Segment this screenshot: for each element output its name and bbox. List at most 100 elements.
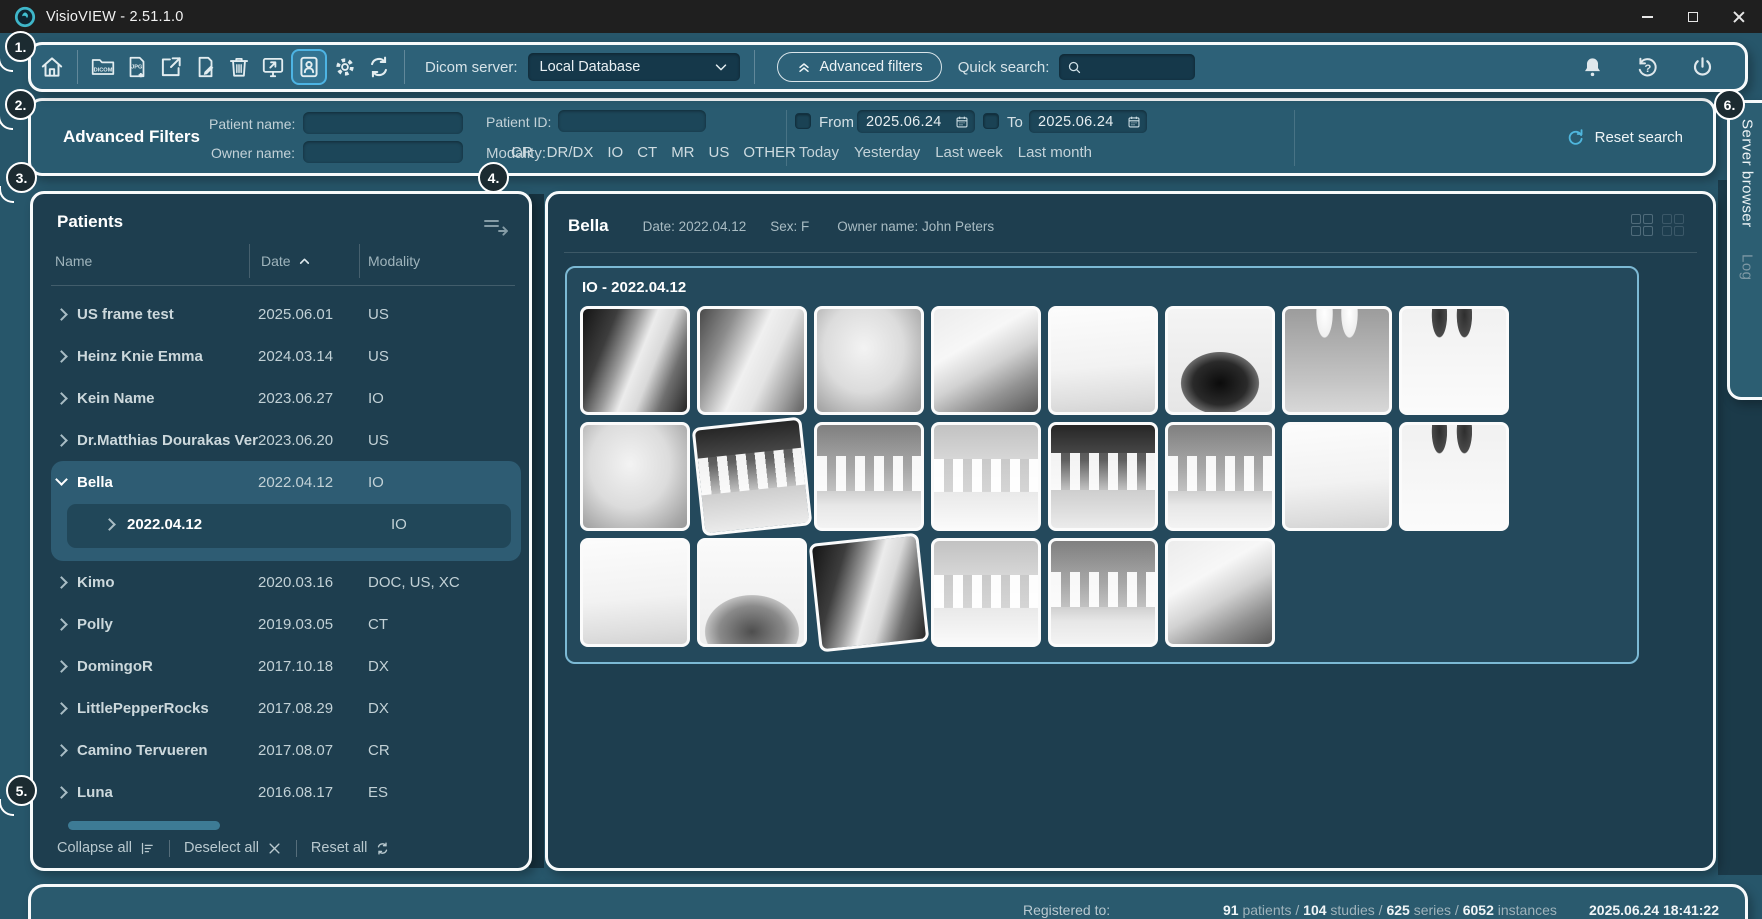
xray-thumbnail[interactable] <box>809 533 930 653</box>
chevron-icon[interactable] <box>55 432 71 448</box>
advanced-filters-button[interactable]: Advanced filters <box>777 52 942 82</box>
reset-all-button[interactable]: Reset all <box>297 840 404 856</box>
quick-range-option[interactable]: Last week <box>935 144 1003 161</box>
patient-row[interactable]: Kein Name 2023.06.27 IO <box>33 377 529 419</box>
open-dicom-button[interactable]: DICOM <box>87 49 119 85</box>
xray-thumbnail[interactable] <box>1165 422 1275 531</box>
tab-server-browser[interactable]: Server browser <box>1739 119 1756 228</box>
patient-row[interactable]: Luna 2016.08.17 ES <box>33 771 529 813</box>
patient-id-input[interactable] <box>558 110 706 132</box>
patient-row[interactable]: US frame test 2025.06.01 US <box>33 293 529 335</box>
help-icon[interactable]: ? <box>1635 55 1660 80</box>
annotation-1: 1. <box>5 31 36 62</box>
xray-thumbnail[interactable] <box>1048 306 1158 415</box>
patient-card-icon <box>296 54 322 80</box>
column-header-name[interactable]: Name <box>55 244 249 278</box>
patient-row[interactable]: Polly 2019.03.05 CT <box>33 603 529 645</box>
chevron-icon[interactable] <box>55 474 71 490</box>
patient-row[interactable]: 2022.04.12 IO <box>51 503 521 561</box>
patient-name-input[interactable] <box>303 112 463 134</box>
chevron-icon[interactable] <box>55 700 71 716</box>
chevron-icon[interactable] <box>55 390 71 406</box>
to-date-field[interactable]: 2025.06.24 <box>1029 110 1147 133</box>
xray-thumbnail[interactable] <box>814 422 924 531</box>
to-checkbox[interactable] <box>983 113 999 129</box>
power-icon[interactable] <box>1690 55 1715 80</box>
chevron-icon[interactable] <box>55 658 71 674</box>
patient-browser-button[interactable] <box>291 49 327 85</box>
horizontal-scrollbar[interactable] <box>68 821 220 830</box>
column-header-modality[interactable]: Modality <box>359 244 529 278</box>
quick-search-input[interactable] <box>1088 59 1187 75</box>
transfer-to-viewer-button[interactable] <box>481 212 511 238</box>
patient-row[interactable]: LittlePepperRocks 2017.08.29 DX <box>33 687 529 729</box>
patient-row[interactable]: Camino Tervueren 2017.08.07 CR <box>33 729 529 771</box>
visioview-app: { "window": { "title": "VisioVIEW - 2.51… <box>0 0 1762 919</box>
modality-option[interactable]: CT <box>637 144 657 161</box>
modality-value: CR <box>368 742 529 759</box>
xray-thumbnail[interactable] <box>580 538 690 647</box>
minimize-button[interactable] <box>1624 0 1670 33</box>
modality-option[interactable]: US <box>709 144 730 161</box>
close-button[interactable] <box>1716 0 1762 33</box>
deselect-all-button[interactable]: Deselect all <box>170 840 296 856</box>
chevron-icon[interactable] <box>55 784 71 800</box>
import-jpg-button[interactable]: JPG <box>121 49 153 85</box>
xray-thumbnail[interactable] <box>697 538 807 647</box>
grid-view-alt-icon[interactable] <box>1662 214 1685 237</box>
quick-range-option[interactable]: Last month <box>1018 144 1092 161</box>
patient-row[interactable]: Kimo 2020.03.16 DOC, US, XC <box>33 561 529 603</box>
patient-row[interactable]: Bella 2022.04.12 IO <box>51 461 521 503</box>
refresh-button[interactable] <box>363 49 395 85</box>
chevron-icon[interactable] <box>55 574 71 590</box>
export-button[interactable] <box>155 49 187 85</box>
xray-thumbnail[interactable] <box>1048 422 1158 531</box>
xray-thumbnail[interactable] <box>1048 538 1158 647</box>
patient-row[interactable]: DomingoR 2017.10.18 DX <box>33 645 529 687</box>
owner-name-input[interactable] <box>303 141 463 163</box>
xray-thumbnail[interactable] <box>931 306 1041 415</box>
xray-thumbnail[interactable] <box>1399 306 1509 415</box>
xray-thumbnail[interactable] <box>1165 306 1275 415</box>
chevron-icon[interactable] <box>103 516 119 532</box>
tab-log[interactable]: Log <box>1739 254 1756 281</box>
delete-button[interactable] <box>223 49 255 85</box>
chevron-icon[interactable] <box>55 742 71 758</box>
xray-thumbnail[interactable] <box>814 306 924 415</box>
from-date-field[interactable]: 2025.06.24 <box>857 110 975 133</box>
modality-option[interactable]: IO <box>607 144 623 161</box>
chevron-icon[interactable] <box>55 348 71 364</box>
xray-thumbnail[interactable] <box>692 417 813 537</box>
settings-button[interactable] <box>329 49 361 85</box>
modality-option[interactable]: OTHER <box>743 144 796 161</box>
send-to-display-button[interactable] <box>257 49 289 85</box>
column-header-date[interactable]: Date <box>249 244 359 278</box>
xray-thumbnail[interactable] <box>1399 422 1509 531</box>
xray-thumbnail[interactable] <box>697 306 807 415</box>
chevron-icon[interactable] <box>55 306 71 322</box>
xray-thumbnail[interactable] <box>580 306 690 415</box>
modality-option[interactable]: CR <box>511 144 533 161</box>
xray-thumbnail[interactable] <box>931 422 1041 531</box>
xray-thumbnail[interactable] <box>931 538 1041 647</box>
patient-row[interactable]: Dr.Matthias Dourakas Ver 2023.06.20 US <box>33 419 529 461</box>
home-button[interactable] <box>36 49 68 85</box>
dicom-server-select[interactable]: Local Database <box>528 53 740 81</box>
chevron-icon[interactable] <box>55 616 71 632</box>
patient-row[interactable]: Heinz Knie Emma 2024.03.14 US <box>33 335 529 377</box>
modality-option[interactable]: MR <box>671 144 694 161</box>
from-checkbox[interactable] <box>795 113 811 129</box>
collapse-all-button[interactable]: Collapse all <box>55 840 169 856</box>
xray-thumbnail[interactable] <box>580 422 690 531</box>
notifications-bell-icon[interactable] <box>1580 55 1605 80</box>
xray-thumbnail[interactable] <box>1282 422 1392 531</box>
xray-thumbnail[interactable] <box>1165 538 1275 647</box>
grid-view-icon[interactable] <box>1631 214 1654 237</box>
reset-search-button[interactable]: Reset search <box>1565 101 1683 173</box>
xray-thumbnail[interactable] <box>1282 306 1392 415</box>
edit-study-button[interactable] <box>189 49 221 85</box>
modality-option[interactable]: DR/DX <box>547 144 594 161</box>
maximize-button[interactable] <box>1670 0 1716 33</box>
quick-range-option[interactable]: Today <box>799 144 839 161</box>
quick-range-option[interactable]: Yesterday <box>854 144 920 161</box>
